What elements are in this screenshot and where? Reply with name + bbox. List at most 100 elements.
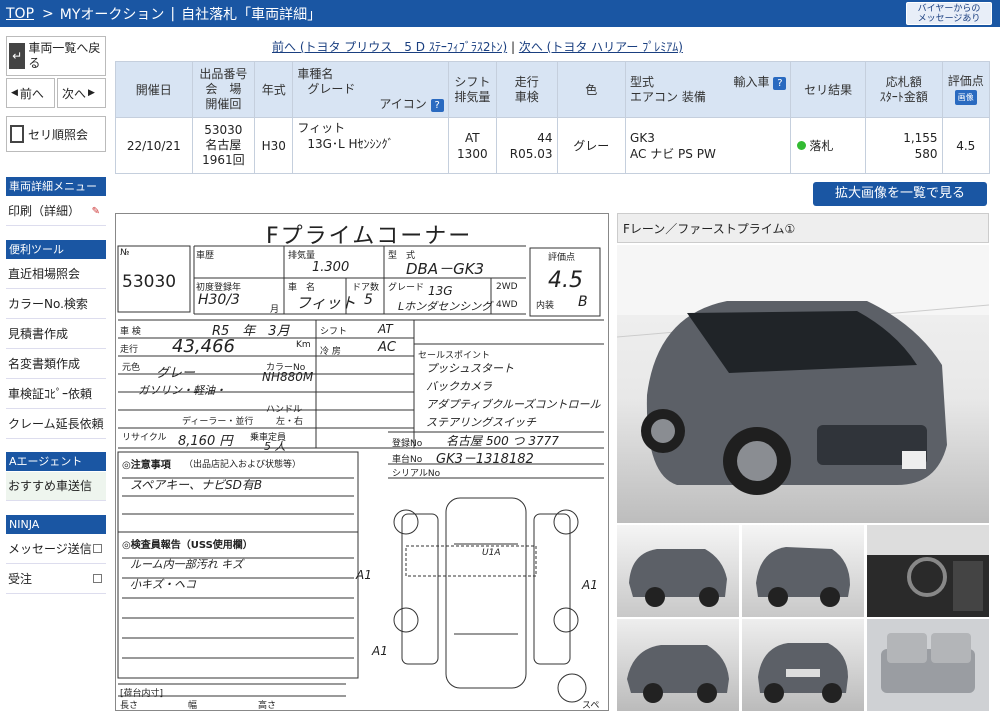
sheet-color: グレー bbox=[156, 366, 196, 381]
sheet-recycle-label: リサイクル bbox=[122, 433, 167, 443]
sheet-2wd: 2WD bbox=[496, 282, 518, 292]
cell-result-text: 落札 bbox=[809, 139, 834, 153]
col-type-1: 型式 bbox=[630, 74, 655, 89]
tool-claim-extension[interactable]: クレーム延長依頼 bbox=[6, 410, 106, 439]
sheet-inspector-label: ◎検査員報告（USS使用欄） bbox=[122, 540, 253, 551]
sheet-title: Fプライムコーナー bbox=[266, 224, 473, 249]
tool-name-change-docs[interactable]: 名変書類作成 bbox=[6, 350, 106, 379]
ninja-message-label: メッセージ送信 bbox=[8, 542, 92, 556]
sheet-ac-label: 冷 房 bbox=[320, 347, 341, 357]
my-auction-link[interactable]: MYオークション bbox=[60, 4, 165, 24]
col-mileage: 走行 車検 bbox=[496, 61, 558, 118]
col-lot: 出品番号会 場開催回 bbox=[191, 61, 256, 118]
col-shift-1: シフト bbox=[454, 74, 491, 89]
buyer-message-badge[interactable]: バイヤーからの メッセージあり bbox=[906, 2, 992, 25]
sheet-colorno: NH880M bbox=[262, 370, 314, 384]
sheet-shift-label: シフト bbox=[320, 327, 348, 337]
main-car-photo[interactable] bbox=[617, 245, 989, 523]
table-header-row: 開催日 出品番号会 場開催回 年式 車種名 グレード アイコン ? シフト 排気量 走… bbox=[115, 61, 991, 118]
col-type: 型式 輸入車 ? エアコン 装備 bbox=[625, 61, 792, 118]
prev-vehicle-link[interactable]: 前へ (トヨタ プリウス 5 D ｽﾃｰﾌｨﾌﾞﾗｽ2ﾄﾝ) bbox=[272, 40, 507, 54]
sheet-recycle: 8,160 円 bbox=[178, 434, 233, 449]
top-link[interactable]: TOP bbox=[6, 6, 34, 22]
sheet-cc: 1.300 bbox=[312, 260, 350, 275]
print-detail-link[interactable]: 印刷（詳細） ✎ bbox=[6, 197, 106, 226]
document-icon bbox=[10, 125, 24, 143]
cell-kai: 1961回 bbox=[202, 153, 245, 167]
sheet-ac: AC bbox=[378, 340, 396, 355]
diagram-mark-4: U1A bbox=[482, 548, 501, 558]
car-illustration bbox=[617, 245, 989, 495]
print-icon: ✎ bbox=[91, 206, 100, 217]
sheet-interior: B bbox=[578, 294, 588, 310]
seri-order-button[interactable]: セリ順照会 bbox=[6, 116, 106, 152]
sheet-interior-label: 内装 bbox=[536, 301, 555, 311]
sheet-score: 4.5 bbox=[548, 268, 583, 293]
tool-market-price[interactable]: 直近相場照会 bbox=[6, 260, 106, 289]
sheet-history-label: 車歴 bbox=[196, 251, 215, 261]
back-to-list-label: 車両一覧へ戻る bbox=[28, 41, 101, 70]
col-model: 車種名 グレード アイコン ? bbox=[292, 61, 449, 118]
next-button[interactable]: 次へ ▶ bbox=[57, 78, 106, 108]
seri-order-label: セリ順照会 bbox=[28, 127, 89, 142]
help-icon[interactable]: ? bbox=[773, 76, 787, 90]
ninja-heading: NINJA bbox=[6, 515, 106, 534]
thumbnail-3[interactable] bbox=[867, 525, 989, 617]
col-date: 開催日 bbox=[115, 61, 193, 118]
external-window-icon bbox=[93, 544, 102, 553]
sheet-chassis-label: 車台No bbox=[392, 455, 423, 465]
sheet-doors: 5 bbox=[364, 292, 373, 308]
col-type-2: エアコン 装備 bbox=[630, 89, 706, 104]
nav-divider: | bbox=[510, 40, 516, 54]
col-model-1: 車種名 bbox=[297, 67, 334, 81]
col-import: 輸入車 bbox=[733, 74, 770, 89]
thumbnail-4[interactable] bbox=[617, 619, 739, 711]
cell-bid: 1,155 bbox=[903, 130, 938, 145]
col-mileage-2: 車検 bbox=[514, 89, 539, 104]
sheet-spare: スペア bbox=[582, 701, 600, 711]
diagram-mark-3: A1 bbox=[372, 644, 388, 658]
ninja-order-link[interactable]: 受注 bbox=[6, 565, 106, 594]
sheet-km-label: Km bbox=[296, 340, 311, 350]
sheet-notes-label: ◎注意事項 bbox=[122, 460, 171, 471]
agent-heading: Aエージェント bbox=[6, 452, 106, 471]
thumbnail-2[interactable] bbox=[742, 525, 864, 617]
ninja-message-link[interactable]: メッセージ送信 bbox=[6, 535, 106, 564]
tool-color-search[interactable]: カラーNo.検索 bbox=[6, 290, 106, 319]
sheet-height: 高さ bbox=[258, 701, 277, 711]
col-lot-3: 開催回 bbox=[205, 97, 242, 111]
tool-shaken-copy[interactable]: 車検証ｺﾋﾟｰ依頼 bbox=[6, 380, 106, 409]
col-lot-2: 会 場 bbox=[205, 82, 242, 96]
next-vehicle-link[interactable]: 次へ (トヨタ ハリアー ﾌﾟﾚﾐｱﾑ) bbox=[519, 40, 683, 54]
breadcrumb-bar: | bbox=[170, 5, 176, 22]
back-to-list-button[interactable]: ↵ 車両一覧へ戻る bbox=[6, 36, 106, 76]
sheet-lot: 53030 bbox=[122, 272, 177, 292]
help-icon[interactable]: ? bbox=[430, 99, 444, 112]
thumbnail-5[interactable] bbox=[742, 619, 864, 711]
thumb-car-back bbox=[758, 643, 848, 703]
next-label: 次へ bbox=[62, 86, 87, 101]
sheet-reg: 名古屋 500 つ 3777 bbox=[446, 434, 559, 448]
auction-sheet-image[interactable]: Fプライムコーナー № 53030 車歴 排気量 1.300 型 式 DBA－G… bbox=[115, 213, 609, 711]
score-image-badge[interactable]: 画像 bbox=[954, 90, 977, 105]
view-enlarged-images-button[interactable]: 拡大画像を一覧で見る bbox=[813, 182, 987, 206]
cell-shift: AT 1300 bbox=[447, 117, 498, 174]
thumbnail-1[interactable] bbox=[617, 525, 739, 617]
sheet-sales-2: バックカメラ bbox=[426, 380, 492, 393]
col-color: 色 bbox=[556, 61, 627, 118]
external-window-icon bbox=[93, 574, 102, 583]
sheet-score-label: 評価点 bbox=[548, 253, 576, 263]
prev-button[interactable]: ◀ 前へ bbox=[6, 78, 55, 108]
sheet-handle: 左・右 bbox=[276, 417, 304, 427]
col-lot-1: 出品番号 bbox=[199, 67, 248, 81]
sheet-fuel: ガソリン・軽油・ bbox=[138, 384, 226, 397]
col-price-2: ｽﾀｰﾄ金額 bbox=[879, 89, 928, 104]
tool-estimate[interactable]: 見積書作成 bbox=[6, 320, 106, 349]
sheet-year: H30/3 bbox=[198, 292, 240, 308]
cell-type: GK3 AC ナビ PS PW bbox=[625, 117, 792, 174]
print-detail-label: 印刷（詳細） bbox=[8, 204, 81, 218]
breadcrumb-sep: > bbox=[42, 5, 54, 22]
thumbnail-6[interactable] bbox=[867, 619, 989, 711]
diagram-mark-1: A1 bbox=[356, 568, 372, 582]
agent-recommend-link[interactable]: おすすめ車送信 bbox=[6, 472, 106, 501]
